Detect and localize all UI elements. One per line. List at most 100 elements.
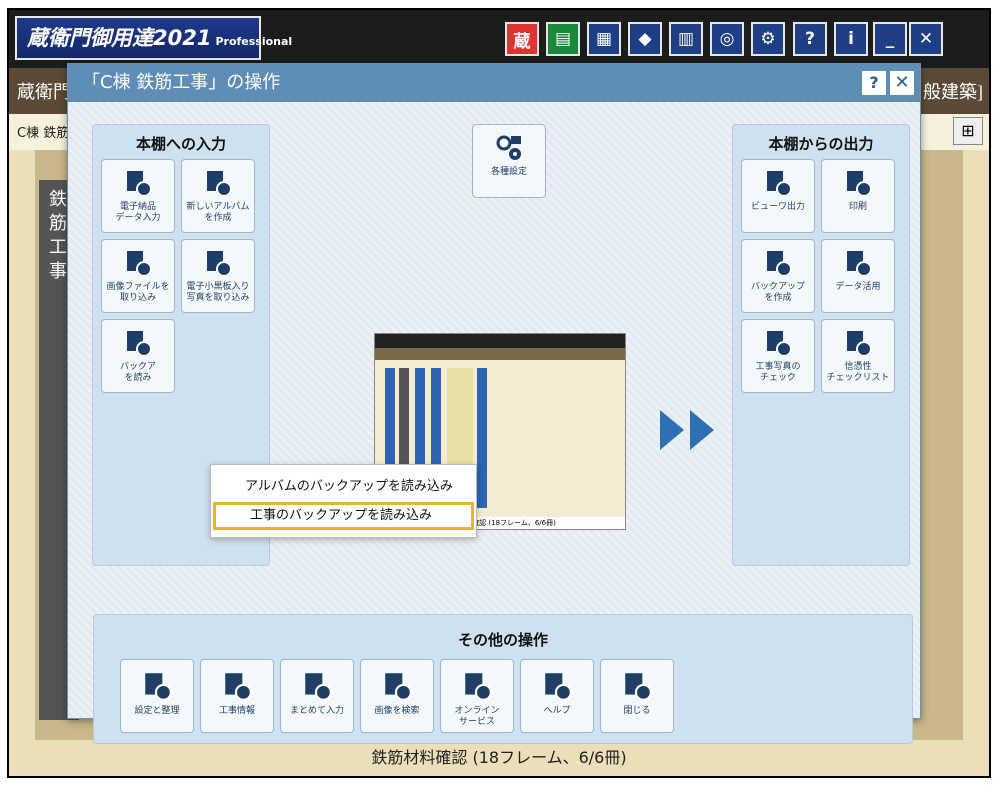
logo-edition: Professional	[215, 35, 293, 48]
online-service-label: オンライン サービス	[454, 706, 500, 727]
backup-load-icon	[127, 331, 152, 357]
grid-button[interactable]: ▦	[587, 22, 621, 56]
menu-item-project-backup[interactable]: 工事のバックアップを読み込み	[213, 502, 474, 530]
help-button[interactable]: ヘルプ	[520, 659, 594, 733]
online-service-icon	[465, 673, 492, 701]
backup-button[interactable]: ◎	[710, 22, 744, 56]
breadcrumb-text: C棟 鉄筋	[17, 126, 70, 141]
photo-check-icon	[767, 331, 792, 357]
menu-item-album-backup[interactable]: アルバムのバックアップを読み込み	[211, 473, 476, 501]
electronic-delivery-button[interactable]: 電子納品 データ入力	[101, 159, 175, 233]
output-panel: 本棚からの出力 ビューワ出力 印刷バックアップ を作成 データ活用工事写真の チェッ…	[732, 124, 910, 566]
viewer-output-button[interactable]: ビューワ出力	[741, 159, 815, 233]
project-info-icon	[225, 673, 252, 701]
data-use-icon	[847, 251, 872, 277]
shelf-header-right: 般建築]	[923, 82, 983, 102]
gear-icon: ⚙	[760, 29, 776, 49]
electronic-delivery-icon	[127, 171, 152, 197]
new-album-button[interactable]: 新しいアルバム を作成	[181, 159, 255, 233]
backup-context-menu: アルバムのバックアップを読み込み 工事のバックアップを読み込み	[210, 464, 477, 538]
dialog-help-button[interactable]: ?	[862, 71, 886, 95]
photo-check-label: 工事写真の チェック	[755, 362, 801, 383]
electronic-delivery-label: 電子納品 データ入力	[115, 202, 161, 223]
image-import-button[interactable]: 画像ファイルを 取り込み	[101, 239, 175, 313]
image-import-icon	[127, 251, 152, 277]
preview-titlebar	[375, 334, 625, 348]
dialog-title: 「C棟 鉄筋工事」の操作	[68, 64, 920, 102]
search-icon	[385, 673, 412, 701]
spreadsheet-icon: ▤	[554, 29, 572, 49]
new-album-label: 新しいアルバム を作成	[186, 202, 250, 223]
print-button[interactable]: 印刷	[821, 159, 895, 233]
spreadsheet-button[interactable]: ▤	[546, 22, 580, 56]
batch-input-label: まとめて入力	[289, 706, 344, 716]
viewer-output-label: ビューワ出力	[750, 202, 805, 212]
settings-icon	[496, 135, 521, 160]
minimize-icon: _	[885, 29, 895, 49]
print-icon	[847, 171, 872, 197]
help-icon: ?	[805, 29, 815, 49]
gear-button[interactable]: ⚙	[751, 22, 785, 56]
project-info-label: 工事情報	[218, 706, 255, 716]
tools-button[interactable]: 設定と整理	[120, 659, 194, 733]
backup-load-label: バックア を読み	[119, 362, 156, 383]
split-icon: ◆	[638, 29, 652, 49]
building-info-icon: ▥	[677, 29, 695, 49]
photo-check-button[interactable]: 工事写真の チェック	[741, 319, 815, 393]
help-button[interactable]: ?	[793, 22, 827, 56]
project-info-button[interactable]: 工事情報	[200, 659, 274, 733]
tree-view-button[interactable]: ⊞	[953, 117, 983, 145]
operation-dialog: 「C棟 鉄筋工事」の操作 ? ✕ 本棚への入力 電子納品 データ入力 新しいアルバ…	[67, 63, 921, 744]
kura-icon: 蔵	[513, 31, 531, 52]
search-button[interactable]: 画像を検索	[360, 659, 434, 733]
minimize-button[interactable]: _	[873, 22, 907, 56]
close-button[interactable]: 閉じる	[600, 659, 674, 733]
close-button[interactable]: ✕	[909, 22, 943, 56]
dialog-title-text: 「C棟 鉄筋工事」の操作	[82, 72, 281, 93]
input-panel-title: 本棚への入力	[135, 135, 226, 153]
arrow-right-icon	[660, 410, 714, 450]
batch-input-button[interactable]: まとめて入力	[280, 659, 354, 733]
backup-icon: ◎	[719, 29, 735, 49]
other-panel-title: その他の操作	[457, 631, 548, 649]
output-panel-title: 本棚からの出力	[768, 135, 874, 153]
blackboard-photo-icon	[207, 251, 232, 277]
checklist-button[interactable]: 信憑性 チェックリスト	[821, 319, 895, 393]
close-icon: ✕	[918, 29, 934, 49]
tools-label: 設定と整理	[134, 706, 180, 716]
grid-icon: ▦	[595, 29, 613, 49]
backup-load-button[interactable]: バックア を読み	[101, 319, 175, 393]
kura-button[interactable]: 蔵	[505, 22, 539, 56]
settings-label: 各種設定	[490, 167, 527, 177]
other-panel: その他の操作 設定と整理 工事情報 まとめて入力 画像を検索 オンライン サービス ヘルプ…	[93, 614, 913, 744]
info-button[interactable]: i	[834, 22, 868, 56]
app-logo: 蔵衛門御用達2021 Professional	[15, 16, 292, 60]
viewer-output-icon	[767, 171, 792, 197]
settings-button[interactable]: 各種設定	[472, 124, 546, 198]
online-service-button[interactable]: オンライン サービス	[440, 659, 514, 733]
image-import-label: 画像ファイルを 取り込み	[106, 282, 170, 303]
new-album-icon	[207, 171, 232, 197]
create-backup-button[interactable]: バックアップ を作成	[741, 239, 815, 313]
data-use-button[interactable]: データ活用	[821, 239, 895, 313]
dialog-close-button[interactable]: ✕	[890, 71, 914, 95]
preview-header	[375, 348, 625, 360]
close-label: 閉じる	[623, 706, 651, 716]
help-label: ヘルプ	[543, 706, 571, 716]
tools-icon	[145, 673, 172, 701]
create-backup-label: バックアップ を作成	[750, 282, 805, 303]
checklist-label: 信憑性 チェックリスト	[826, 362, 890, 383]
print-label: 印刷	[848, 202, 867, 212]
search-label: 画像を検索	[374, 706, 420, 716]
blackboard-photo-button[interactable]: 電子小黒板入り 写真を取り込み	[181, 239, 255, 313]
split-button[interactable]: ◆	[628, 22, 662, 56]
building-info-button[interactable]: ▥	[669, 22, 703, 56]
title-bar: 蔵衛門御用達2021 Professional 蔵 ▤ ▦ ◆ ▥ ◎ ⚙? i _ ✕	[9, 10, 989, 68]
checklist-icon	[847, 331, 872, 357]
data-use-label: データ活用	[835, 282, 881, 292]
status-bar: 鉄筋材料確認 (18フレーム、6/6冊)	[9, 740, 989, 776]
help-icon	[545, 673, 572, 701]
logo-text: 蔵衛門御用達2021	[27, 26, 212, 50]
close-icon	[625, 673, 652, 701]
create-backup-icon	[767, 251, 792, 277]
